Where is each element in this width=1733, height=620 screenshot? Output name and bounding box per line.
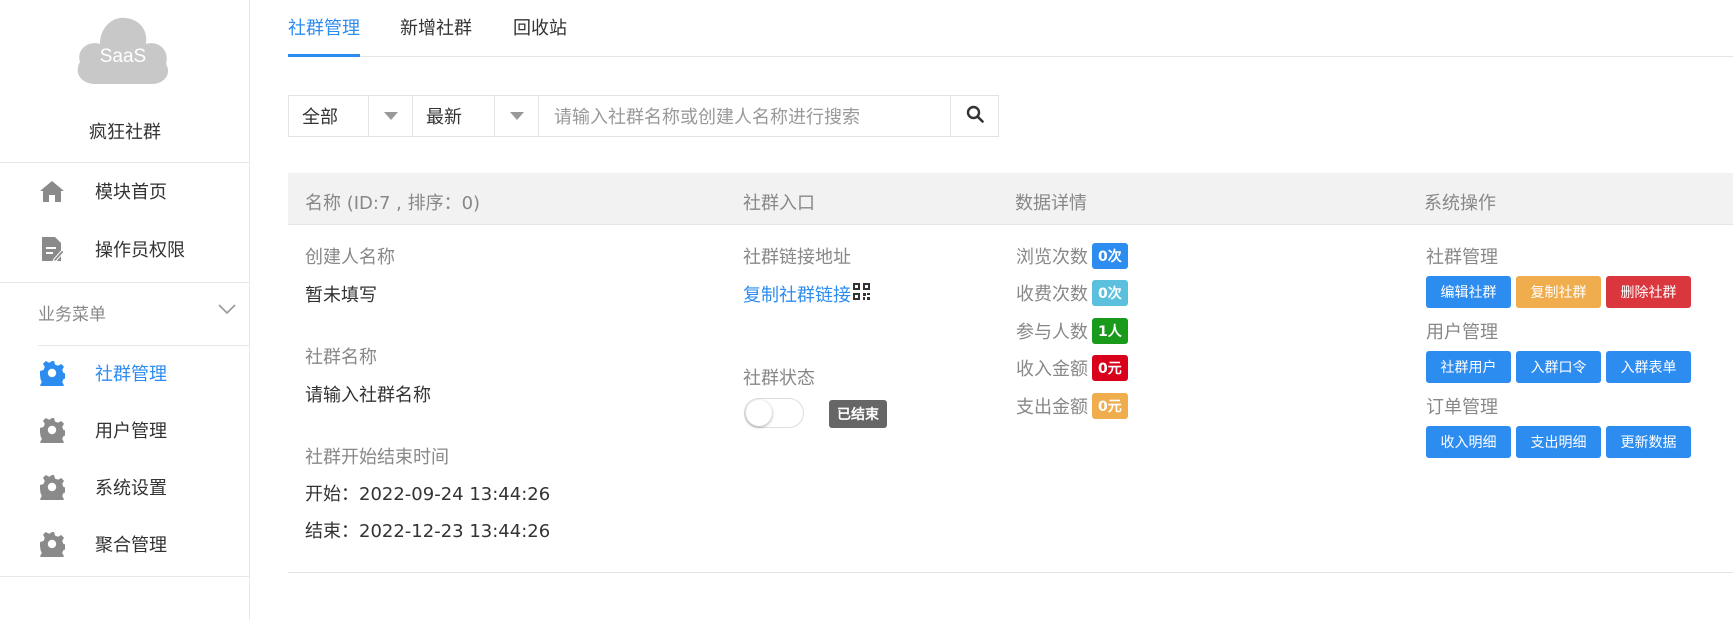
delete-group-button[interactable]: 删除社群 [1606, 276, 1691, 308]
qr-code-icon[interactable] [853, 283, 870, 304]
divider [0, 576, 250, 577]
group-users-button[interactable]: 社群用户 [1426, 351, 1511, 383]
sidebar-item-label: 系统设置 [95, 478, 167, 499]
ops-group-title: 订单管理 [1426, 397, 1498, 418]
gear-icon [38, 530, 66, 558]
document-edit-icon [38, 235, 66, 263]
sidebar-item-user-management[interactable]: 用户管理 [0, 405, 250, 455]
column-header-stats: 数据详情 [1015, 193, 1087, 214]
stat-badge-income: 0元 [1092, 355, 1128, 381]
income-detail-button[interactable]: 收入明细 [1426, 426, 1511, 458]
stat-badge-participants: 1人 [1092, 318, 1128, 344]
join-form-button[interactable]: 入群表单 [1606, 351, 1691, 383]
update-data-button[interactable]: 更新数据 [1606, 426, 1691, 458]
stat-label-views: 浏览次数 [1016, 247, 1088, 268]
creator-label: 创建人名称 [305, 247, 395, 268]
toggle-knob [746, 400, 772, 426]
stat-label-income: 收入金额 [1016, 359, 1088, 380]
group-name-label: 社群名称 [305, 347, 377, 368]
start-time: 开始：2022-09-24 13:44:26 [305, 484, 551, 505]
edit-group-button[interactable]: 编辑社群 [1426, 276, 1511, 308]
status-toggle[interactable] [744, 398, 804, 428]
tab-add-group[interactable]: 新增社群 [400, 14, 472, 54]
sidebar-item-system-settings[interactable]: 系统设置 [0, 462, 250, 512]
tab-recycle-bin[interactable]: 回收站 [513, 14, 567, 54]
expense-detail-button[interactable]: 支出明细 [1516, 426, 1601, 458]
search-button[interactable] [950, 95, 999, 137]
tab-group-management[interactable]: 社群管理 [288, 14, 360, 57]
stat-badge-views: 0次 [1092, 243, 1128, 269]
sidebar-item-label: 操作员权限 [95, 240, 185, 261]
stat-label-participants: 参与人数 [1016, 322, 1088, 343]
divider [38, 345, 250, 346]
divider [0, 162, 250, 163]
brand-name: 疯狂社群 [89, 122, 161, 143]
gear-icon [38, 416, 66, 444]
logo-text: SaaS [99, 46, 147, 67]
sidebar-item-home[interactable]: 模块首页 [0, 166, 250, 216]
ops-group-title: 用户管理 [1426, 322, 1498, 343]
sidebar-item-label: 用户管理 [95, 421, 167, 442]
chevron-down-icon[interactable] [218, 300, 236, 319]
sidebar-item-aggregation[interactable]: 聚合管理 [0, 519, 250, 569]
join-password-button[interactable]: 入群口令 [1516, 351, 1601, 383]
column-header-entry: 社群入口 [743, 193, 815, 214]
stat-label-expense: 支出金额 [1016, 397, 1088, 418]
sidebar-item-permissions[interactable]: 操作员权限 [0, 224, 250, 274]
search-icon [966, 105, 984, 127]
gear-icon [38, 473, 66, 501]
creator-value: 暂未填写 [305, 285, 377, 306]
divider [0, 282, 250, 283]
sort-select-value: 最新 [426, 107, 462, 128]
caret-down-icon [494, 96, 538, 136]
caret-down-icon [368, 96, 412, 136]
end-time: 结束：2022-12-23 13:44:26 [305, 521, 551, 542]
stat-badge-charges: 0次 [1092, 280, 1128, 306]
sort-select[interactable]: 最新 [412, 95, 539, 137]
gear-icon [38, 359, 66, 387]
home-icon [38, 177, 66, 205]
status-label: 社群状态 [743, 368, 815, 389]
column-header-name: 名称 (ID:7 , 排序：0) [305, 193, 481, 214]
section-title: 业务菜单 [38, 305, 106, 325]
column-header-ops: 系统操作 [1424, 193, 1496, 214]
status-badge: 已结束 [829, 400, 887, 428]
type-select[interactable]: 全部 [288, 95, 413, 137]
link-label: 社群链接地址 [743, 247, 851, 268]
tab-bar: 社群管理 新增社群 回收站 [288, 0, 1733, 57]
copy-link[interactable]: 复制社群链接 [743, 281, 851, 307]
sidebar-item-label: 模块首页 [95, 182, 167, 203]
stat-label-charges: 收费次数 [1016, 284, 1088, 305]
stat-badge-expense: 0元 [1092, 393, 1128, 419]
time-label: 社群开始结束时间 [305, 447, 449, 468]
row-divider [288, 572, 1733, 573]
ops-group-title: 社群管理 [1426, 247, 1498, 268]
sidebar-item-group-management[interactable]: 社群管理 [0, 348, 250, 398]
group-name-value: 请输入社群名称 [305, 385, 431, 406]
sidebar: SaaS 疯狂社群 模块首页 操作员权限 业务菜单 社群管理 用户管理 系统设置 [0, 0, 250, 620]
table-header: 名称 (ID:7 , 排序：0) 社群入口 数据详情 系统操作 [288, 173, 1733, 225]
type-select-value: 全部 [302, 107, 338, 128]
copy-group-button[interactable]: 复制社群 [1516, 276, 1601, 308]
search-input[interactable]: 请输入社群名称或创建人名称进行搜索 [538, 95, 951, 137]
sidebar-item-label: 社群管理 [95, 364, 167, 385]
sidebar-item-label: 聚合管理 [95, 535, 167, 556]
